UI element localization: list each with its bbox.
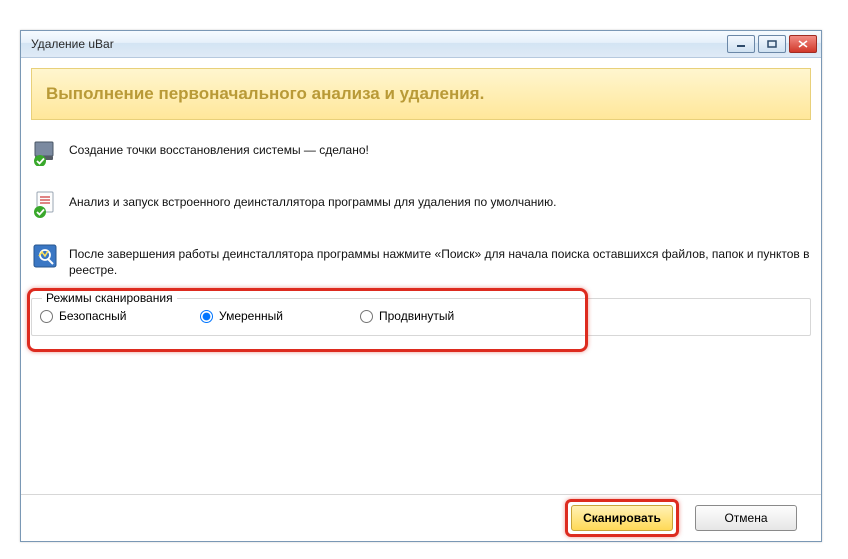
radio-moderate-input[interactable] [200,310,213,323]
scan-button-label: Сканировать [583,511,661,525]
cancel-button-label: Отмена [724,511,767,525]
window-title: Удаление uBar [31,37,727,51]
scan-modes-row: Безопасный Умеренный Продвинутый [40,309,802,323]
radio-advanced[interactable]: Продвинутый [360,309,520,323]
scan-modes-legend: Режимы сканирования [42,291,177,305]
minimize-button[interactable] [727,35,755,53]
tool-search-icon [31,242,59,270]
step-restore-point: Создание точки восстановления системы — … [31,130,811,182]
banner-title: Выполнение первоначального анализа и уда… [46,84,484,104]
header-banner: Выполнение первоначального анализа и уда… [31,68,811,120]
uninstall-window: Удаление uBar Выполнение первоначального… [20,30,822,542]
scan-modes-container: Режимы сканирования Безопасный Умеренный… [31,298,811,336]
content-area: Создание точки восстановления системы — … [21,126,821,336]
step-search-text: После завершения работы деинсталлятора п… [69,242,811,278]
cancel-button[interactable]: Отмена [695,505,797,531]
radio-safe-input[interactable] [40,310,53,323]
maximize-button[interactable] [758,35,786,53]
radio-safe-label: Безопасный [59,309,126,323]
radio-safe[interactable]: Безопасный [40,309,200,323]
radio-advanced-label: Продвинутый [379,309,454,323]
scan-button[interactable]: Сканировать [571,505,673,531]
radio-moderate[interactable]: Умеренный [200,309,360,323]
step-restore-text: Создание точки восстановления системы — … [69,138,369,158]
close-button[interactable] [789,35,817,53]
step-uninstaller: Анализ и запуск встроенного деинсталлято… [31,182,811,234]
server-check-icon [31,138,59,166]
footer: Сканировать Отмена [21,494,821,541]
step-uninstaller-text: Анализ и запуск встроенного деинсталлято… [69,190,556,210]
step-search: После завершения работы деинсталлятора п… [31,234,811,294]
window-buttons [727,35,817,53]
title-bar: Удаление uBar [21,31,821,58]
scan-modes-fieldset: Режимы сканирования Безопасный Умеренный… [31,298,811,336]
scan-button-highlight: Сканировать [565,499,679,537]
radio-moderate-label: Умеренный [219,309,283,323]
document-check-icon [31,190,59,218]
radio-advanced-input[interactable] [360,310,373,323]
maximize-icon [767,40,777,48]
minimize-icon [736,40,746,48]
close-icon [798,40,808,48]
